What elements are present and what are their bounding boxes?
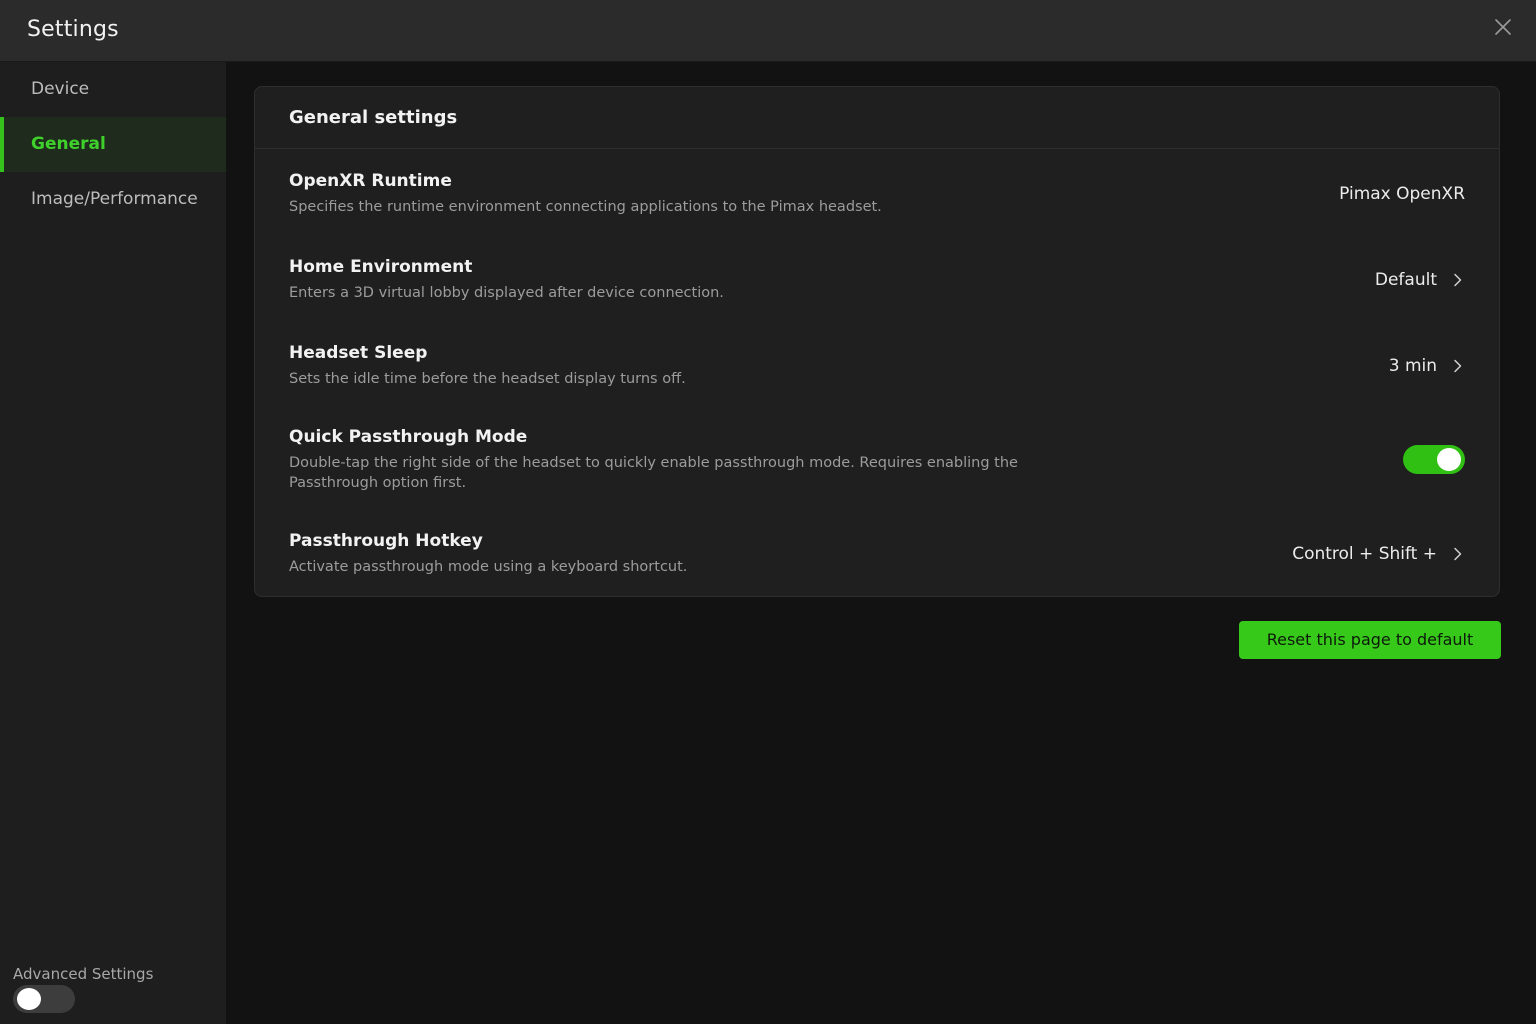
setting-title: Home Environment	[289, 257, 473, 277]
setting-title: Quick Passthrough Mode	[289, 427, 528, 447]
reset-page-button[interactable]: Reset this page to default	[1239, 621, 1501, 659]
close-icon	[1495, 19, 1511, 35]
panel-title: General settings	[289, 107, 458, 128]
quick-passthrough-toggle[interactable]	[1403, 445, 1465, 474]
passthrough-hotkey-selector[interactable]: Control + Shift +	[1292, 544, 1465, 564]
toggle-knob	[1437, 448, 1461, 471]
sidebar: Device General Image/Performance Advance…	[0, 62, 226, 1024]
sidebar-item-device[interactable]: Device	[0, 62, 226, 117]
setting-title: Headset Sleep	[289, 343, 428, 363]
home-environment-selector[interactable]: Default	[1375, 270, 1465, 290]
general-settings-panel: General settings OpenXR Runtime Specifie…	[254, 86, 1500, 597]
setting-description: Sets the idle time before the headset di…	[289, 371, 686, 387]
setting-description: Double-tap the right side of the headset…	[289, 455, 1018, 491]
sidebar-item-image-performance[interactable]: Image/Performance	[0, 172, 226, 227]
advanced-settings-label: Advanced Settings	[13, 965, 154, 983]
close-button[interactable]	[1490, 14, 1516, 40]
setting-value: 3 min	[1388, 356, 1437, 376]
setting-title: OpenXR Runtime	[289, 171, 452, 191]
setting-title: Passthrough Hotkey	[289, 531, 483, 551]
headset-sleep-selector[interactable]: 3 min	[1389, 356, 1465, 376]
setting-description: Activate passthrough mode using a keyboa…	[289, 559, 688, 575]
setting-description: Enters a 3D virtual lobby displayed afte…	[289, 285, 724, 301]
setting-value: Default	[1374, 270, 1437, 290]
chevron-right-icon	[1454, 273, 1462, 287]
chevron-right-icon	[1454, 359, 1462, 373]
panel-header: General settings	[255, 87, 1499, 149]
toggle-knob	[17, 988, 41, 1010]
title-bar: Settings	[0, 0, 1536, 62]
setting-value: Pimax OpenXR	[1339, 184, 1465, 204]
openxr-runtime-value: Pimax OpenXR	[1339, 184, 1465, 204]
setting-value: Control + Shift +	[1292, 544, 1437, 564]
setting-description: Specifies the runtime environment connec…	[289, 199, 882, 215]
chevron-right-icon	[1454, 547, 1462, 561]
sidebar-item-general[interactable]: General	[0, 117, 226, 172]
advanced-settings-toggle[interactable]	[13, 985, 75, 1013]
window-title: Settings	[27, 17, 119, 42]
